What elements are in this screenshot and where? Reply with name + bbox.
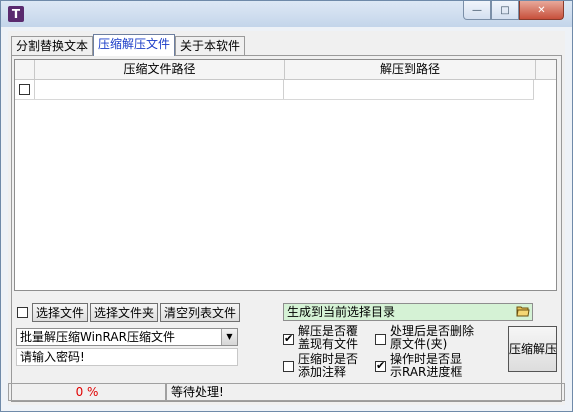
column-header-extract-path[interactable]: 解压到路径 — [285, 60, 536, 79]
chevron-down-icon[interactable]: ▼ — [221, 329, 237, 345]
main-window: T — □ ✕ 分割替换文本 压缩解压文件 关于本软件 压缩文件路径 解压到路径 — [0, 0, 573, 412]
progress-percent: 0 % — [8, 383, 166, 401]
minimize-button[interactable]: — — [463, 1, 491, 20]
overwrite-label-line2: 盖现有文件 — [298, 337, 359, 351]
output-directory-field[interactable]: 生成到当前选择目录 — [283, 303, 533, 321]
status-bar: 0 % 等待处理! — [8, 383, 565, 401]
show-progress-label-line2: 示RAR进度框 — [390, 365, 463, 379]
extract-path-cell[interactable] — [284, 80, 534, 99]
file-list-grid[interactable]: 压缩文件路径 解压到路径 — [14, 59, 557, 291]
show-progress-checkbox[interactable] — [375, 359, 386, 372]
mode-select-value: 批量解压缩WinRAR压缩文件 — [20, 330, 175, 344]
grid-header-check — [15, 60, 35, 79]
delete-source-label-line2: 原文件(夹) — [390, 337, 448, 351]
output-directory-value: 生成到当前选择目录 — [287, 305, 396, 319]
client-area: 分割替换文本 压缩解压文件 关于本软件 压缩文件路径 解压到路径 选择文件 选择… — [8, 31, 565, 405]
grid-header: 压缩文件路径 解压到路径 — [15, 60, 556, 80]
tab-split-replace[interactable]: 分割替换文本 — [11, 36, 94, 56]
tab-compress-extract[interactable]: 压缩解压文件 — [93, 34, 176, 56]
select-all-checkbox[interactable] — [17, 307, 28, 318]
close-button[interactable]: ✕ — [519, 1, 564, 20]
mode-select[interactable]: 批量解压缩WinRAR压缩文件 ▼ — [16, 328, 238, 346]
row-checkbox[interactable] — [18, 84, 30, 95]
add-comment-checkbox[interactable] — [283, 361, 294, 372]
clear-list-button[interactable]: 清空列表文件 — [160, 303, 240, 322]
overwrite-checkbox[interactable] — [283, 332, 294, 345]
delete-source-checkbox[interactable] — [375, 334, 386, 345]
select-file-button[interactable]: 选择文件 — [32, 303, 88, 322]
archive-path-cell[interactable] — [35, 80, 284, 99]
row-check-cell — [15, 80, 35, 99]
folder-open-icon[interactable] — [516, 305, 530, 317]
maximize-button[interactable]: □ — [491, 1, 519, 20]
title-bar: T — □ ✕ — [1, 1, 572, 27]
tab-strip: 分割替换文本 压缩解压文件 关于本软件 — [11, 34, 246, 56]
add-comment-label-line2: 添加注释 — [298, 365, 347, 379]
window-controls: — □ ✕ — [463, 1, 564, 20]
status-message: 等待处理! — [166, 383, 565, 401]
select-folder-button[interactable]: 选择文件夹 — [90, 303, 158, 322]
password-input[interactable]: 请输入密码! — [16, 348, 238, 366]
tab-about[interactable]: 关于本软件 — [175, 36, 246, 56]
table-row[interactable] — [15, 80, 534, 100]
tab-panel: 压缩文件路径 解压到路径 选择文件 选择文件夹 清空列表文件 批量解压缩WinR… — [11, 55, 562, 402]
app-icon: T — [8, 6, 24, 22]
compress-extract-button[interactable]: 压缩解压 — [508, 326, 557, 372]
column-header-archive-path[interactable]: 压缩文件路径 — [35, 60, 285, 79]
